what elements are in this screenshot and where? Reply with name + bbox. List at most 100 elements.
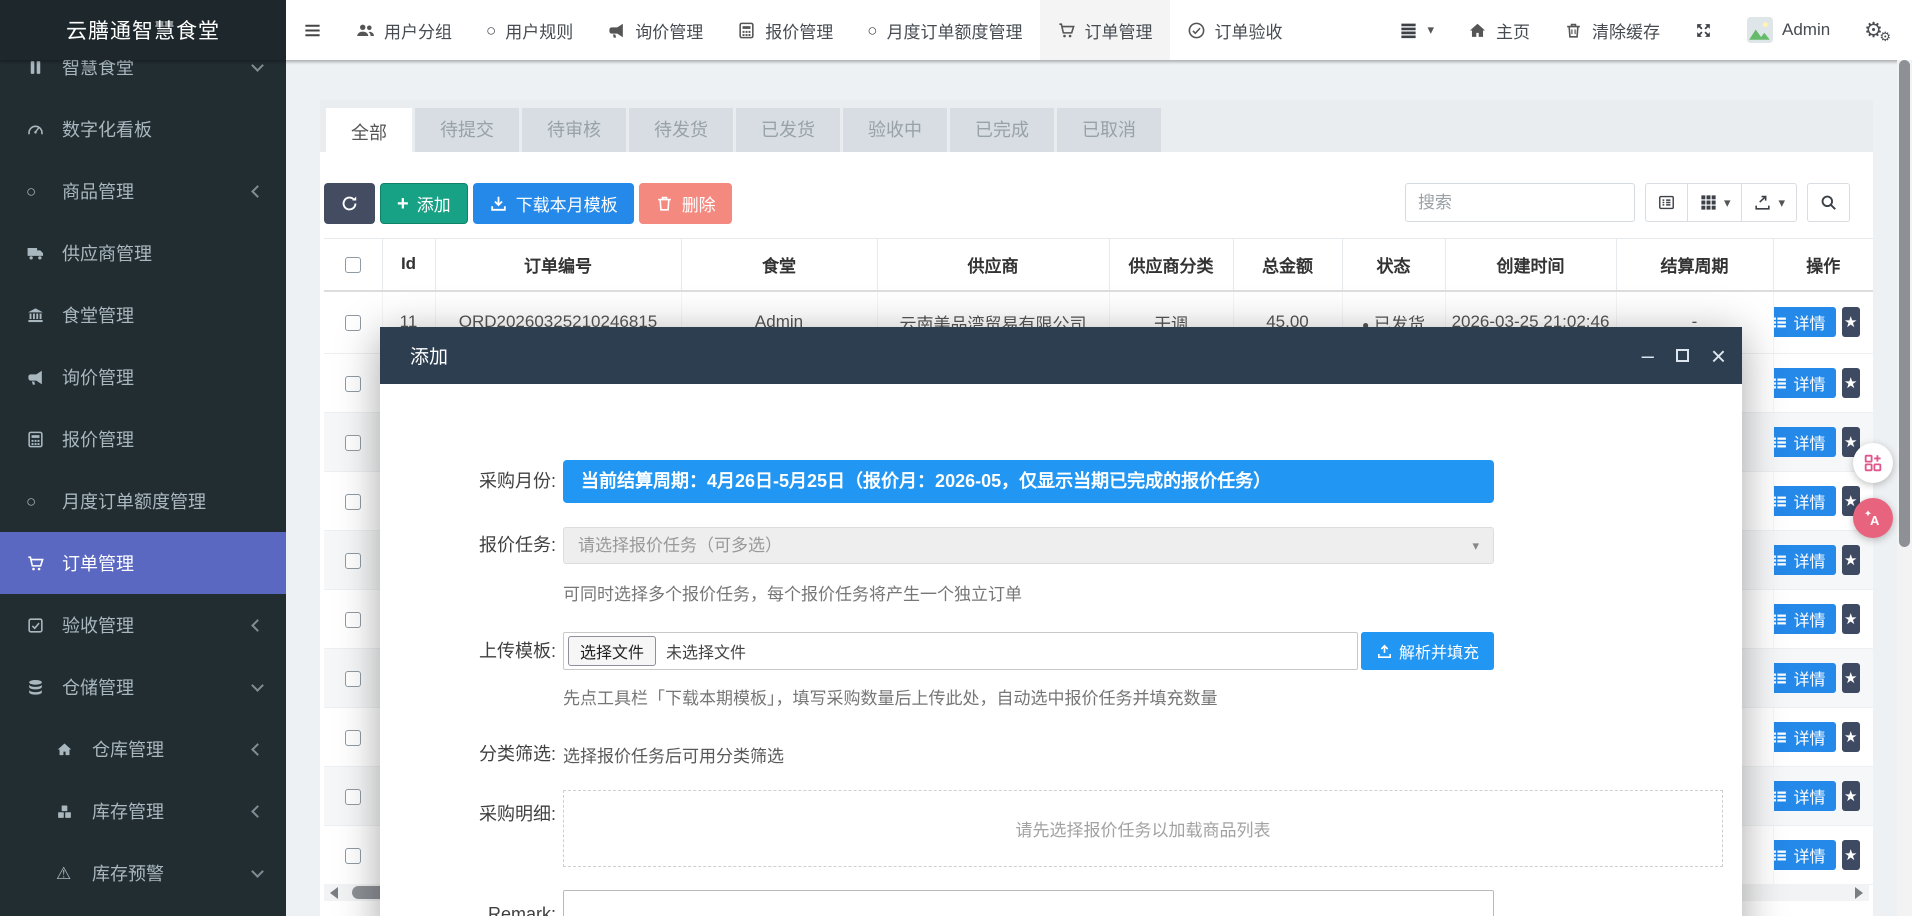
sidebar-item-quotes[interactable]: 报价管理: [0, 408, 286, 470]
columns-button[interactable]: ▾: [1688, 183, 1743, 222]
file-input[interactable]: 选择文件 未选择文件: [563, 632, 1358, 670]
row-checkbox[interactable]: [345, 315, 361, 331]
detail-button[interactable]: 详情: [1773, 486, 1836, 516]
row-checkbox[interactable]: [345, 553, 361, 569]
parse-and-fill-button[interactable]: 解析并填充: [1361, 632, 1494, 670]
favorite-button[interactable]: ★: [1842, 722, 1860, 752]
sidebar-item-suppliers[interactable]: 供应商管理: [0, 222, 286, 284]
column-header-status[interactable]: 状态: [1342, 239, 1445, 291]
tab-accepting[interactable]: 验收中: [843, 108, 947, 152]
column-header-canteen[interactable]: 食堂: [681, 239, 877, 291]
sidebar-item-warehousing[interactable]: 仓储管理: [0, 656, 286, 718]
nav-item-quotes[interactable]: 报价管理: [720, 0, 850, 60]
column-header-created-at[interactable]: 创建时间: [1445, 239, 1616, 291]
favorite-button[interactable]: ★: [1842, 604, 1860, 634]
sidebar-item-warehouse[interactable]: 仓库管理: [0, 718, 286, 780]
search-icon: [1819, 193, 1838, 212]
clear-cache-button[interactable]: 清除缓存: [1547, 0, 1677, 60]
row-checkbox[interactable]: [345, 671, 361, 687]
modal-header[interactable]: 添加 – ×: [380, 327, 1742, 384]
row-checkbox[interactable]: [345, 789, 361, 805]
fullscreen-button[interactable]: [1677, 0, 1730, 60]
detail-button[interactable]: 详情: [1773, 840, 1836, 870]
row-checkbox[interactable]: [345, 376, 361, 392]
sidebar-toggle-button[interactable]: [286, 0, 339, 60]
row-checkbox[interactable]: [345, 435, 361, 451]
add-button[interactable]: + 添加: [380, 183, 468, 224]
sidebar-item-inventory[interactable]: 库存管理: [0, 780, 286, 842]
tab-all[interactable]: 全部: [326, 108, 412, 160]
detail-button[interactable]: 详情: [1773, 427, 1836, 457]
nav-item-inquiry[interactable]: 询价管理: [590, 0, 720, 60]
column-header-order-no[interactable]: 订单编号: [435, 239, 681, 291]
tab-pending-ship[interactable]: 待发货: [629, 108, 733, 152]
extension-widget-button[interactable]: [1853, 443, 1893, 483]
app-brand[interactable]: 云膳通智慧食堂: [0, 0, 286, 60]
nav-item-user-rules[interactable]: ○ 用户规则: [469, 0, 590, 60]
column-header-supplier-category[interactable]: 供应商分类: [1109, 239, 1233, 291]
common-search-button[interactable]: [1645, 183, 1688, 222]
tab-pending-review[interactable]: 待审核: [522, 108, 626, 152]
tab-completed[interactable]: 已完成: [950, 108, 1054, 152]
detail-button[interactable]: 详情: [1773, 368, 1836, 398]
sidebar-item-inquiry[interactable]: 询价管理: [0, 346, 286, 408]
favorite-button[interactable]: ★: [1842, 368, 1860, 398]
minimize-icon[interactable]: –: [1642, 345, 1654, 367]
detail-button[interactable]: 详情: [1773, 545, 1836, 575]
select-all-checkbox[interactable]: [345, 257, 361, 273]
column-header-actions[interactable]: 操作: [1773, 239, 1873, 291]
column-header-supplier[interactable]: 供应商: [877, 239, 1109, 291]
search-submit-button[interactable]: [1807, 183, 1850, 222]
nav-item-orders[interactable]: 订单管理: [1040, 0, 1170, 60]
view-switcher-dropdown[interactable]: ▾: [1382, 0, 1451, 60]
favorite-button[interactable]: ★: [1842, 663, 1860, 693]
settings-button[interactable]: ⚙⚙: [1847, 0, 1900, 60]
favorite-button[interactable]: ★: [1842, 307, 1860, 337]
tab-pending-submit[interactable]: 待提交: [415, 108, 519, 152]
sidebar-item-stock-alert[interactable]: ⚠ 库存预警: [0, 842, 286, 904]
translate-button[interactable]: A: [1853, 498, 1893, 538]
nav-item-user-groups[interactable]: 用户分组: [339, 0, 469, 60]
detail-button[interactable]: 详情: [1773, 781, 1836, 811]
choose-file-button[interactable]: 选择文件: [568, 636, 656, 666]
row-checkbox[interactable]: [345, 612, 361, 628]
sidebar-item-acceptance[interactable]: 验收管理: [0, 594, 286, 656]
detail-button[interactable]: 详情: [1773, 604, 1836, 634]
row-checkbox[interactable]: [345, 494, 361, 510]
sidebar-item-orders[interactable]: 订单管理: [0, 532, 286, 594]
close-icon[interactable]: ×: [1711, 343, 1726, 369]
vertical-scrollbar[interactable]: [1897, 60, 1912, 916]
detail-button[interactable]: 详情: [1773, 722, 1836, 752]
row-checkbox[interactable]: [345, 730, 361, 746]
sidebar-item-goods[interactable]: ○ 商品管理: [0, 160, 286, 222]
user-menu[interactable]: Admin: [1730, 0, 1847, 60]
favorite-button[interactable]: ★: [1842, 840, 1860, 870]
scroll-left-arrow-icon[interactable]: [330, 887, 338, 899]
nav-home-button[interactable]: 主页: [1451, 0, 1547, 60]
download-template-button[interactable]: 下载本月模板: [473, 183, 634, 224]
delete-button[interactable]: 删除: [639, 183, 732, 224]
scroll-right-arrow-icon[interactable]: [1855, 887, 1863, 899]
refresh-button[interactable]: [324, 183, 375, 224]
sidebar-item-dashboard[interactable]: 数字化看板: [0, 98, 286, 160]
sidebar-item-canteens[interactable]: 食堂管理: [0, 284, 286, 346]
row-checkbox[interactable]: [345, 848, 361, 864]
vertical-scrollbar-thumb[interactable]: [1899, 60, 1910, 547]
nav-item-order-acceptance[interactable]: 订单验收: [1170, 0, 1300, 60]
detail-button[interactable]: 详情: [1773, 307, 1836, 337]
detail-button[interactable]: 详情: [1773, 663, 1836, 693]
sidebar-item-monthly-quota[interactable]: ○ 月度订单额度管理: [0, 470, 286, 532]
nav-item-monthly-quota[interactable]: ○ 月度订单额度管理: [850, 0, 1039, 60]
column-header-total[interactable]: 总金额: [1233, 239, 1342, 291]
favorite-button[interactable]: ★: [1842, 781, 1860, 811]
quote-task-select[interactable]: 请选择报价任务（可多选） ▾: [563, 527, 1494, 564]
column-header-id[interactable]: Id: [382, 239, 435, 291]
remark-textarea[interactable]: [563, 890, 1494, 916]
column-header-settlement[interactable]: 结算周期: [1616, 239, 1773, 291]
export-button[interactable]: ▾: [1742, 183, 1797, 222]
tab-shipped[interactable]: 已发货: [736, 108, 840, 152]
maximize-icon[interactable]: [1676, 349, 1689, 362]
search-input[interactable]: [1405, 183, 1635, 222]
favorite-button[interactable]: ★: [1842, 545, 1860, 575]
tab-cancelled[interactable]: 已取消: [1057, 108, 1161, 152]
